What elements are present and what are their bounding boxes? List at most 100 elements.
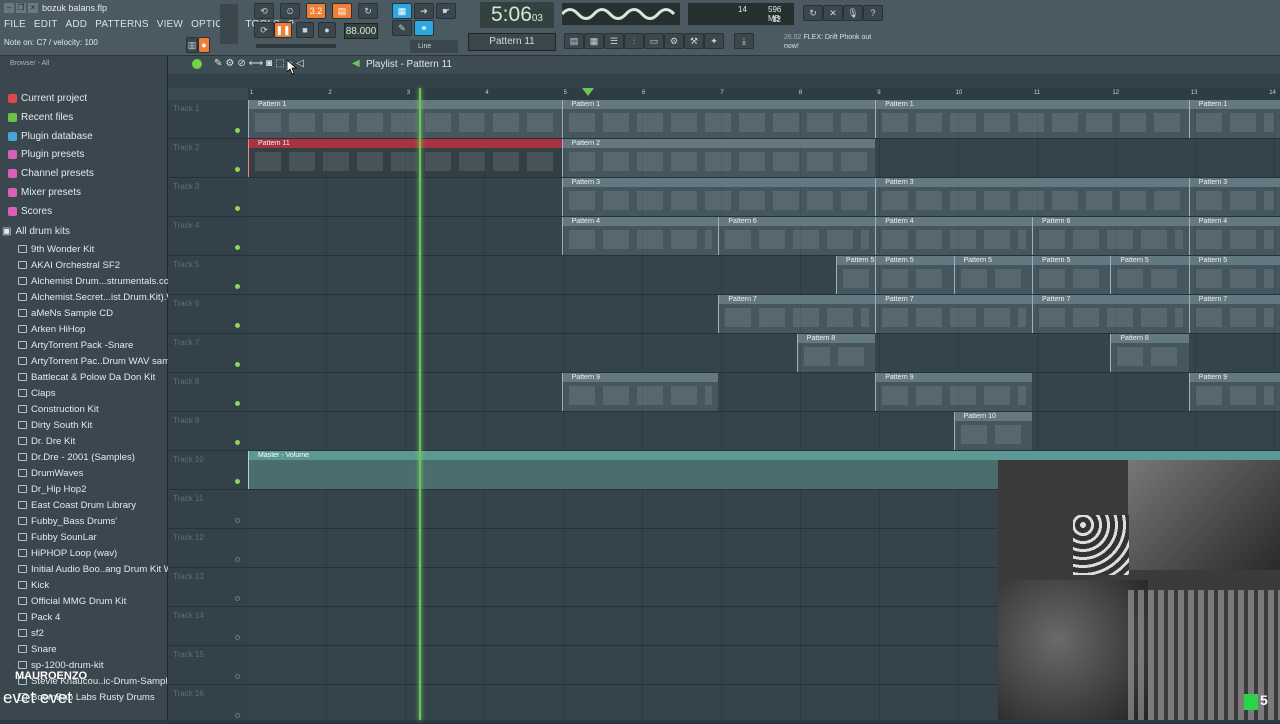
pattern-clip[interactable]: Pattern 4 (1188, 217, 1280, 255)
browser-folder[interactable]: DrumWaves (18, 468, 83, 479)
pencil-icon[interactable]: ✎ (392, 20, 412, 36)
browser-folder[interactable]: Claps (18, 388, 56, 399)
track-mute-led[interactable] (235, 206, 240, 211)
track-header[interactable]: Track 16 (168, 685, 248, 724)
step-edit-icon[interactable]: ▤ (332, 3, 352, 19)
restore-icon[interactable]: ❐ (16, 3, 26, 13)
browser-category[interactable]: Current project (8, 93, 87, 104)
track-mute-led[interactable] (235, 635, 240, 640)
browser-folder[interactable]: Official MMG Drum Kit (18, 596, 126, 607)
menu-item[interactable]: ADD (66, 19, 88, 30)
pattern-clip[interactable]: Pattern 10 (953, 412, 1032, 450)
track-mute-led[interactable] (235, 245, 240, 250)
browser-folder[interactable]: Dr. Dre Kit (18, 436, 75, 447)
browser-category[interactable]: Scores (8, 206, 52, 217)
track-header[interactable]: Track 11 (168, 490, 248, 529)
browser-folder[interactable]: 9th Wonder Kit (18, 244, 94, 255)
pattern-clip[interactable]: Pattern 4 (875, 217, 1032, 255)
track-header[interactable]: Track 5 (168, 256, 248, 295)
track-mute-led[interactable] (235, 518, 240, 523)
pattern-clip[interactable]: Pattern 1 (1188, 100, 1280, 138)
browser-folder[interactable]: Kick (18, 580, 49, 591)
track-header[interactable]: Track 13 (168, 568, 248, 607)
track-header[interactable]: Track 14 (168, 607, 248, 646)
pattern-clip[interactable]: Pattern 3 (1188, 178, 1280, 216)
pattern-clip[interactable]: Pattern 5 (1110, 256, 1189, 294)
browser-folder[interactable]: Construction Kit (18, 404, 99, 415)
pattern-clip[interactable]: Pattern 5 (1032, 256, 1111, 294)
timeline-ruler[interactable]: 1 2 3 4 5 6 7 8 9 10 11 12 13 14 (248, 88, 1280, 100)
track-header[interactable]: Track 6 (168, 295, 248, 334)
mixer-view-icon[interactable]: ⫶ (624, 33, 644, 49)
track-header[interactable]: Track 2 (168, 139, 248, 178)
pattern-clip[interactable]: Pattern 7 (875, 295, 1032, 333)
menu-item[interactable]: EDIT (34, 19, 58, 30)
browser-category[interactable]: Plugin presets (8, 149, 84, 160)
browser-category[interactable]: Plugin database (8, 131, 93, 142)
minimize-icon[interactable]: – (4, 3, 14, 13)
loop-record-icon[interactable]: ↻ (358, 3, 378, 19)
pattern-clip[interactable]: Pattern 7 (1032, 295, 1189, 333)
track-mute-led[interactable] (235, 167, 240, 172)
pattern-clip[interactable]: Pattern 3 (561, 178, 876, 216)
help-icon[interactable]: ? (863, 5, 883, 21)
pattern-clip[interactable]: Pattern 1 (248, 100, 562, 138)
settings-icon[interactable]: ⚒ (684, 33, 704, 49)
pattern-mode-icon[interactable]: ▦ (392, 3, 412, 19)
browser-folder[interactable]: East Coast Drum Library (18, 500, 136, 511)
menu-item[interactable]: VIEW (157, 19, 183, 30)
pattern-clip[interactable]: Pattern 1 (561, 100, 876, 138)
browser-folder[interactable]: sp-1200-drum-kit (18, 660, 104, 671)
track-header[interactable]: Track 15 (168, 646, 248, 685)
track-mute-led[interactable] (235, 323, 240, 328)
browser-folder[interactable]: Dr_Hip Hop2 (18, 484, 86, 495)
tempo-display[interactable]: 88.000 (344, 23, 378, 39)
news-panel[interactable]: 26.02 FLEX: Drift Phonk out now! (784, 33, 872, 51)
track-header[interactable]: Track 7 (168, 334, 248, 373)
wait-icon[interactable]: ⏲ (280, 3, 300, 19)
pattern-clip[interactable]: Pattern 9 (1188, 373, 1280, 411)
master-volume-knob[interactable] (220, 4, 238, 44)
playlist-icon[interactable]: ▤ (564, 33, 584, 49)
browser-icon[interactable]: ▭ (644, 33, 664, 49)
refresh-icon[interactable]: ↻ (803, 5, 823, 21)
close-icon[interactable]: × (28, 3, 38, 13)
track-header[interactable]: Track 1 (168, 100, 248, 139)
pattern-clip[interactable]: Pattern 5 (836, 256, 876, 294)
pattern-clip[interactable]: Pattern 5 (875, 256, 954, 294)
song-position-slider[interactable] (256, 44, 336, 48)
record-mode-icon[interactable]: ● (198, 37, 210, 53)
piano-roll-icon[interactable]: ▦ (584, 33, 604, 49)
loop-icon[interactable]: ⟳ (254, 22, 274, 38)
browser-folder[interactable]: Initial Audio Boo..ang Drum Kit WiN (18, 564, 182, 575)
track-mute-led[interactable] (235, 674, 240, 679)
track-mute-led[interactable] (235, 596, 240, 601)
time-display[interactable]: 5:0603 (480, 2, 554, 28)
pattern-clip[interactable]: Pattern 9 (561, 373, 719, 411)
browser-folder[interactable]: Arken HiHop (18, 324, 85, 335)
browser-folder[interactable]: Pack 4 (18, 612, 60, 623)
track-mute-led[interactable] (235, 128, 240, 133)
piano-icon[interactable]: ▥ (186, 37, 198, 53)
pattern-clip[interactable]: Pattern 9 (875, 373, 1032, 411)
browser-category[interactable]: Channel presets (8, 168, 94, 179)
track-lane[interactable] (248, 412, 1280, 451)
pattern-clip[interactable]: Pattern 7 (1188, 295, 1280, 333)
track-lane[interactable] (248, 373, 1280, 412)
pattern-clip[interactable]: Pattern 3 (875, 178, 1189, 216)
plugin-icon[interactable]: ⚙ (664, 33, 684, 49)
snap-magnet-icon[interactable] (192, 59, 202, 69)
browser-folder[interactable]: Alchemist.Secret...ist.Drum.Kit).WAV (18, 292, 187, 303)
menu-item[interactable]: FILE (4, 19, 26, 30)
track-mute-led[interactable] (235, 479, 240, 484)
pattern-clip[interactable]: Pattern 2 (561, 139, 876, 177)
record-button[interactable]: ● (318, 22, 336, 38)
channel-rack-icon[interactable]: ☰ (604, 33, 624, 49)
browser-folder[interactable]: sf2 (18, 628, 44, 639)
pattern-clip[interactable]: Pattern 5 (953, 256, 1032, 294)
stop-button[interactable]: ■ (296, 22, 314, 38)
track-mute-led[interactable] (235, 440, 240, 445)
browser-folder[interactable]: Alchemist Drum...strumentals.com) (18, 276, 180, 287)
browser-category[interactable]: Mixer presets (8, 187, 81, 198)
metronome-icon[interactable]: ⟲ (254, 3, 274, 19)
